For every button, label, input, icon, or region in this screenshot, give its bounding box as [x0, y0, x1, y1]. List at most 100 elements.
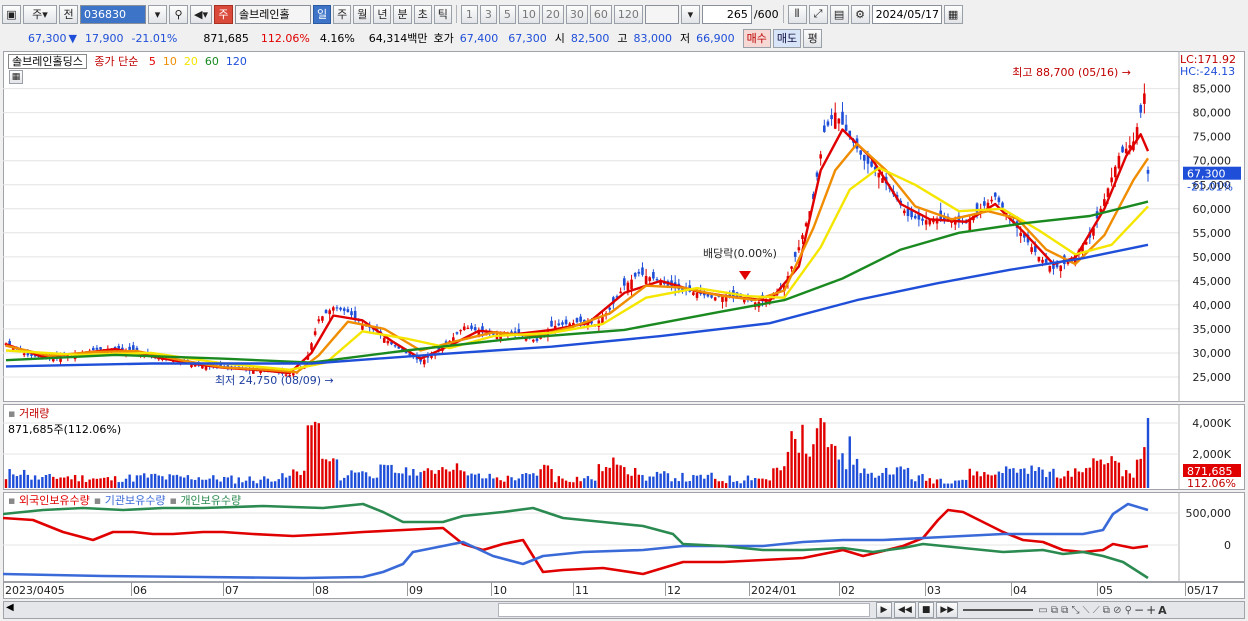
speaker-icon[interactable]: ◀▾ — [190, 4, 212, 24]
volume-bar — [368, 476, 371, 488]
candle-body — [721, 296, 724, 302]
sell-button[interactable]: 매도 — [772, 28, 802, 48]
period-button-5[interactable]: 초 — [413, 4, 432, 24]
volume-bar — [346, 475, 350, 488]
bid-label: 호가 — [433, 32, 454, 45]
zoom-slider[interactable] — [963, 609, 1034, 611]
date-input[interactable]: 2024/05/17 — [871, 4, 942, 24]
volume-bar — [655, 471, 659, 488]
holdings-line-2 — [3, 502, 1149, 580]
volume-bar — [870, 472, 873, 488]
volume-bar — [121, 481, 124, 488]
gear-icon[interactable]: ⚙ — [850, 4, 870, 24]
chart-type-icon[interactable]: ⫴ — [787, 4, 807, 24]
minute-button-5[interactable]: 5 — [498, 4, 516, 24]
candle-body — [1048, 265, 1052, 272]
scroll-left-icon[interactable]: ◀ — [6, 602, 14, 613]
eval-button[interactable]: 평 — [803, 28, 823, 48]
volume-bar — [1139, 458, 1142, 488]
volume-bar — [397, 473, 400, 488]
candle-body — [1143, 93, 1146, 104]
period-button-0[interactable]: 일 — [312, 4, 332, 24]
save-icon[interactable]: ▤ — [829, 4, 849, 24]
buy-button[interactable]: 매수 — [742, 28, 771, 48]
high-annotation: 최고 88,700 (05/16) → — [1012, 66, 1131, 79]
candle-body — [790, 266, 793, 269]
play-icon[interactable]: ▶ — [876, 602, 892, 618]
candle-body — [877, 172, 881, 178]
volume-bar — [66, 476, 70, 488]
period-button-6[interactable]: 틱 — [433, 4, 452, 24]
period-button-2[interactable]: 월 — [353, 4, 372, 24]
volume-bar — [1074, 468, 1077, 488]
window-icon[interactable]: ▣ — [2, 4, 21, 24]
period-button-1[interactable]: 주 — [333, 4, 352, 24]
volume-bar — [477, 473, 481, 488]
candle-body — [626, 282, 630, 291]
minute-button-1[interactable]: 1 — [460, 4, 478, 24]
minute-button-60[interactable]: 60 — [589, 4, 612, 24]
candle-body — [430, 355, 433, 358]
volume-bar — [633, 467, 637, 488]
minute-dropdown-icon[interactable]: ▾ — [680, 4, 700, 24]
volume-bar — [124, 478, 128, 488]
volume-bar — [1026, 473, 1030, 488]
volume-bar — [88, 479, 91, 488]
period-button-3[interactable]: 년 — [373, 4, 392, 24]
price-tick-80000: 80,000 — [1193, 107, 1232, 120]
volume-bar — [1015, 472, 1019, 488]
volume-bar — [881, 472, 884, 488]
candle-body — [332, 307, 335, 311]
minute-button-30[interactable]: 30 — [565, 4, 588, 24]
volume-bar — [673, 478, 677, 488]
price-chart[interactable]: 25,000 30,000 35,000 40,000 45,000 50,000 55,0… — [3, 51, 1245, 402]
candle-body — [1001, 202, 1004, 208]
volume-bar — [804, 453, 808, 488]
market-select[interactable]: 주 ▾ — [23, 4, 57, 24]
forward-icon[interactable]: ▶▶ — [936, 602, 959, 618]
volume-bar — [692, 475, 695, 488]
volume-bar — [895, 467, 899, 488]
candle-body — [342, 308, 346, 311]
zoom-in-icon[interactable]: + — [1146, 603, 1156, 617]
code-dropdown-icon[interactable]: ▾ — [148, 4, 167, 24]
type-select[interactable]: 전 — [59, 4, 78, 24]
tools-icon[interactable]: ▭ ⧉ ⧉ ⤡ ⟍ ⟋ ⧉ ⊘ ⚲ — [1038, 605, 1132, 616]
rewind-icon[interactable]: ◀◀ — [894, 602, 916, 618]
compare-icon[interactable]: ⤢ — [808, 4, 828, 24]
minute-button-10[interactable]: 10 — [517, 4, 540, 24]
minute-input[interactable] — [644, 4, 679, 24]
volume-bar — [448, 471, 451, 488]
table-icon[interactable]: ▦ — [9, 70, 23, 84]
candle-body — [535, 338, 539, 341]
x-axis-tick-mark — [1097, 582, 1098, 596]
volume-chart[interactable]: 4,000K2,000K871,685112.06% — [3, 404, 1245, 490]
ma-line-10 — [5, 142, 1149, 374]
volume-bar — [641, 475, 644, 488]
minute-button-3[interactable]: 3 — [479, 4, 497, 24]
minute-button-120[interactable]: 120 — [613, 4, 643, 24]
stop-icon[interactable]: ■ — [917, 602, 935, 618]
zoom-out-icon[interactable]: − — [1134, 603, 1144, 617]
volume-bar — [724, 483, 728, 488]
volume-bar — [826, 447, 830, 488]
volume-bar — [521, 474, 524, 488]
code-input[interactable]: 036830 — [80, 4, 146, 24]
minute-button-20[interactable]: 20 — [541, 4, 564, 24]
calendar-icon[interactable]: ▦ — [943, 4, 963, 24]
font-size-icon[interactable]: A — [1158, 604, 1167, 617]
volume-bar — [706, 474, 710, 488]
volume-bar — [852, 464, 855, 488]
candle-body — [652, 272, 655, 279]
candle-body — [819, 154, 822, 159]
volume-bar — [677, 481, 681, 488]
range-count-input[interactable]: 265 — [701, 4, 752, 24]
volume-bar — [95, 478, 99, 488]
volume-bar — [284, 477, 288, 488]
volume-bar — [1023, 468, 1026, 488]
scroll-thumb[interactable] — [498, 603, 870, 617]
volume-bar — [1004, 466, 1008, 488]
period-button-4[interactable]: 분 — [393, 4, 412, 24]
search-icon[interactable]: ⚲ — [169, 4, 188, 24]
volume-bar — [546, 465, 550, 488]
